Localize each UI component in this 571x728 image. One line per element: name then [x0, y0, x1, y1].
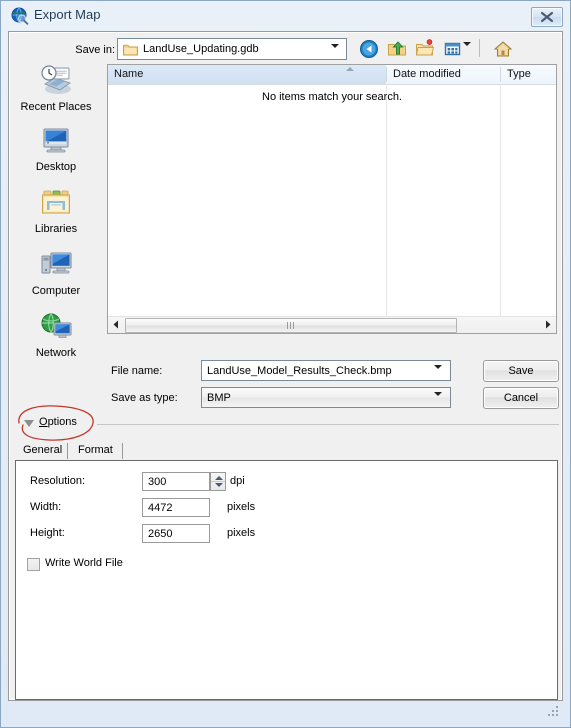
place-item-desktop[interactable]: Desktop [9, 126, 103, 173]
sort-ascending-icon [346, 67, 354, 71]
options-divider [97, 424, 559, 425]
place-label: Computer [31, 285, 81, 297]
chevron-down-icon[interactable] [434, 392, 442, 408]
tab-divider [122, 443, 123, 459]
place-label: Network [35, 347, 77, 359]
column-header-date-modified[interactable]: Date modified [387, 65, 500, 84]
place-item-recent-places[interactable]: Recent Places [9, 64, 103, 113]
libraries-icon [9, 188, 103, 221]
empty-list-message: No items match your search. [262, 91, 402, 103]
title-bar: Export Map [1, 1, 571, 31]
place-item-computer[interactable]: Computer [9, 250, 103, 297]
file-name-input[interactable]: LandUse_Model_Results_Check.bmp [201, 360, 451, 381]
tab-divider [67, 443, 68, 459]
resolution-label: Resolution: [30, 475, 86, 487]
spinner-divider [211, 481, 225, 482]
cancel-button[interactable]: Cancel [483, 387, 559, 409]
folder-icon [123, 43, 138, 59]
export-map-globe-icon [11, 7, 29, 25]
scrollbar-grip-icon [287, 322, 295, 329]
chevron-down-icon[interactable] [434, 365, 442, 381]
resolution-value: 300 [148, 476, 167, 488]
up-folder-icon[interactable] [387, 39, 407, 62]
options-tabstrip: General Format [15, 441, 558, 460]
place-item-network[interactable]: Network [9, 312, 103, 359]
scroll-left-icon[interactable] [108, 317, 124, 332]
place-label: Recent Places [20, 101, 92, 113]
scrollbar-thumb[interactable] [125, 318, 457, 333]
place-label: Libraries [34, 223, 78, 235]
resolution-units: dpi [230, 475, 245, 487]
window-title: Export Map [34, 7, 101, 22]
recent-places-icon [9, 64, 103, 99]
place-item-libraries[interactable]: Libraries [9, 188, 103, 235]
back-arrow-icon[interactable] [359, 39, 379, 62]
file-name-label: File name: [111, 365, 163, 377]
toolbar-divider [479, 39, 480, 57]
options-accel: O [39, 416, 48, 428]
height-input[interactable]: 2650 [142, 524, 210, 543]
options-toggle-row: Options [19, 416, 559, 432]
new-folder-icon[interactable] [415, 39, 435, 62]
network-icon [9, 312, 103, 345]
width-units: pixels [227, 501, 256, 513]
resolution-input[interactable]: 300 [142, 472, 210, 491]
places-bar: Recent Places Desktop Libraries Computer… [9, 64, 103, 359]
file-list[interactable]: Name Date modified Type No items match y… [107, 64, 557, 334]
file-name-value: LandUse_Model_Results_Check.bmp [207, 365, 392, 377]
height-units: pixels [227, 527, 256, 539]
column-header-type[interactable]: Type [501, 65, 556, 84]
chevron-down-icon[interactable] [331, 44, 339, 60]
width-input[interactable]: 4472 [142, 498, 210, 517]
save-as-type-value: BMP [207, 392, 231, 404]
save-in-combobox[interactable]: LandUse_Updating.gdb [117, 38, 347, 60]
views-grid-icon[interactable] [443, 39, 463, 62]
width-value: 4472 [148, 502, 173, 514]
column-header-name[interactable]: Name [108, 65, 386, 84]
write-world-file-label[interactable]: Write World File [45, 557, 123, 569]
options-label-rest: ptions [47, 416, 77, 428]
general-tab-panel [15, 460, 558, 700]
desktop-icon [9, 126, 103, 159]
home-icon[interactable] [493, 39, 513, 62]
file-list-header: Name Date modified Type [108, 65, 556, 85]
resolution-spinner[interactable] [210, 472, 226, 491]
horizontal-scrollbar[interactable] [108, 316, 556, 333]
options-toggle-label[interactable]: Options [39, 416, 77, 428]
resize-grip[interactable] [548, 706, 560, 718]
save-button[interactable]: Save [483, 360, 559, 382]
scroll-right-icon[interactable] [540, 317, 556, 332]
tab-general[interactable]: General [15, 441, 71, 460]
height-label: Height: [30, 527, 65, 539]
computer-icon [9, 250, 103, 283]
spinner-up-icon[interactable] [215, 476, 223, 480]
export-map-dialog: Export Map Save in: LandUse_Updating.gdb [0, 0, 571, 728]
chevron-down-icon[interactable] [24, 420, 34, 427]
height-value: 2650 [148, 528, 173, 540]
spinner-down-icon[interactable] [215, 483, 223, 487]
width-label: Width: [30, 501, 62, 513]
save-as-type-label: Save as type: [111, 392, 178, 404]
write-world-file-checkbox[interactable] [27, 558, 40, 571]
tab-format[interactable]: Format [70, 441, 121, 460]
column-grid-line [500, 84, 501, 317]
save-in-value: LandUse_Updating.gdb [143, 43, 259, 55]
place-label: Desktop [35, 161, 77, 173]
navigation-toolbar [353, 37, 553, 61]
chevron-down-icon[interactable] [463, 42, 471, 58]
close-icon[interactable] [531, 7, 563, 27]
save-as-type-combobox[interactable]: BMP [201, 387, 451, 408]
column-grid-line [386, 84, 387, 317]
save-in-label: Save in: [75, 44, 115, 56]
